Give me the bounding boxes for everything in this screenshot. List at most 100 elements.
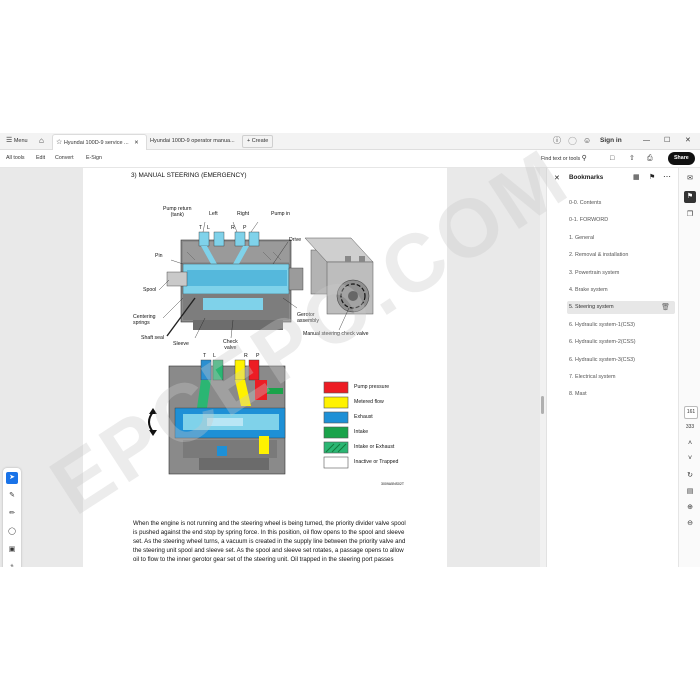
legend-label-intake-or-exhaust: Intake or Exhaust [354,444,395,450]
label-centering-springs: Centering springs [133,314,156,326]
notification-icon[interactable]: ◯ [568,133,577,149]
close-tab-icon[interactable]: ✕ [134,140,139,146]
hamburger-icon: ☰ [6,137,13,144]
find-text-or-tools-button[interactable]: Find text or tools ⚲ [541,150,587,168]
pdf-page: 3) MANUAL STEERING (EMERGENCY) Pump retu… [83,168,447,567]
tab-service-manual[interactable]: ☆ Hyundai 100D-9 service ... ✕ [52,134,147,150]
label-left: Left [209,211,218,217]
tab-operator-manual[interactable]: Hyundai 100D-9 operator manua... [150,134,242,149]
stamp-icon[interactable]: ⚕ [6,562,18,567]
legend-label-exhaust: Exhaust [354,414,373,420]
pages-icon[interactable]: ❐ [684,209,696,221]
bookmarks-panel: ✕ Bookmarks ▦ ⚑ ⋯ 0-0. Contents 0-1. FOR… [546,168,679,567]
comment-icon[interactable]: ✎ [6,490,18,502]
close-panel-icon[interactable]: ✕ [554,174,560,182]
tab-label: Hyundai 100D-9 operator manua... [150,138,235,144]
body-text-line: When the engine is not running and the s… [133,520,406,527]
refresh-icon[interactable]: ↻ [684,470,696,482]
menu-label: Menu [13,138,28,144]
tab-bar: ☰ Menu ⌂ ☆ Hyundai 100D-9 service ... ✕ … [0,133,700,150]
legend-swatch-exhaust [323,411,349,424]
pdf-reader-window: ☰ Menu ⌂ ☆ Hyundai 100D-9 service ... ✕ … [0,133,700,567]
bookmark-item[interactable]: 0-0. Contents [569,197,669,210]
document-icon[interactable]: ▤ [684,486,696,498]
legend-label-intake: Intake [354,429,369,435]
sign-in-button[interactable]: Sign in [600,133,622,149]
label-gerotor-assembly: Gerotor assembly [297,312,319,324]
bookmark-item[interactable]: 2. Removal & installation [569,249,669,262]
document-viewport[interactable]: 3) MANUAL STEERING (EMERGENCY) Pump retu… [0,168,540,567]
minimize-icon[interactable]: — [643,133,650,149]
account-icon[interactable]: ☺ [583,133,591,149]
pen-icon[interactable]: ✏ [6,508,18,520]
total-pages: 333 [685,424,695,430]
label-port-p: P [243,225,247,231]
label-pump-in: Pump in [271,211,291,217]
upload-icon[interactable]: ⇧ [629,150,635,167]
bookmark-item[interactable]: 1. General [569,232,669,245]
label-drive: Drive [289,237,302,243]
current-page-input[interactable]: 161 [684,406,698,419]
create-button[interactable]: + Create [242,135,274,148]
label-manual-steering-check-valve: Manual steering check valve [303,331,369,337]
label-bottom-l: L [213,353,216,359]
text-box-icon[interactable]: ▣ [6,544,18,556]
legend-label-metered-flow: Metered flow [354,399,384,405]
label-bottom-t: T [203,353,207,359]
all-tools-button[interactable]: All tools [6,150,25,167]
select-cursor-icon[interactable]: ➤ [6,472,18,484]
chevron-up-icon[interactable]: ˄ [684,438,696,450]
label-pin: Pin [155,253,163,259]
zoom-in-icon[interactable]: ⊕ [684,502,696,514]
label-pump-return: Pump return (tank) [163,206,192,218]
legend-swatch-intake [323,426,349,439]
body-text-line: the steering unit spool and sleeve set. … [133,547,404,554]
bookmarks-title: Bookmarks [569,174,604,181]
bookmark-item[interactable]: 7. Electrical system [569,371,669,384]
home-icon[interactable]: ⌂ [39,133,44,149]
bookmark-item[interactable]: 6. Hydraulic system-1(CS3) [569,319,669,332]
plus-icon: + [247,138,251,144]
add-bookmark-icon[interactable]: ▦ [633,173,640,181]
edit-button[interactable]: Edit [36,150,45,167]
bookmark-item[interactable]: 4. Brake system [569,284,669,297]
body-text-line: oil to flow to the inner gerotor gear se… [133,556,394,563]
label-shaft-seal: Shaft seal [141,335,165,341]
bookmarks-panel-icon[interactable]: ⚑ [684,191,696,203]
main-toolbar: All tools Edit Convert E-Sign Find text … [0,150,700,168]
help-icon[interactable]: ⓘ [553,133,561,149]
body-text-line: is pushed against the end stop by spring… [133,529,405,536]
comments-icon[interactable]: ✉ [684,173,696,185]
legend-label-inactive-or-trapped: Inactive or Trapped [354,459,399,465]
bookmark-icon[interactable]: ⚑ [649,173,655,181]
legend-swatch-metered-flow [323,396,349,409]
bookmark-item[interactable]: 3. Powertrain system [569,267,669,280]
search-icon: ⚲ [581,155,587,162]
print-icon[interactable]: ⎙ [647,150,653,167]
right-tool-rail: ✉ ⚑ ❐ 161 333 ˄ ˅ ↻ ▤ ⊕ ⊖ [678,168,700,567]
more-options-icon[interactable]: ⋯ [663,172,671,181]
e-sign-button[interactable]: E-Sign [86,150,102,167]
label-sleeve: Sleeve [173,341,189,347]
label-bottom-r: R [244,353,248,359]
lasso-icon[interactable]: ◯ [6,526,18,538]
close-window-icon[interactable]: ✕ [685,133,691,149]
share-button[interactable]: Share [668,152,695,165]
bookmark-item[interactable]: 8. Mast [569,388,669,401]
convert-button[interactable]: Convert [55,150,74,167]
bookmark-item-selected[interactable]: 5. Steering system 🗑 [567,301,675,314]
bookmark-item[interactable]: 6. Hydraulic system-2(CSS) [569,336,669,349]
bookmark-item[interactable]: 6. Hydraulic system-3(CS3) [569,354,669,367]
maximize-icon[interactable]: ☐ [664,133,670,149]
legend-swatch-pump-pressure [323,381,349,394]
label-right: Right [237,211,250,217]
save-icon[interactable]: □ [610,150,614,167]
trash-icon[interactable]: 🗑 [661,301,670,314]
label-port-r: R [231,225,235,231]
figure-code: 3009A5NS02T [381,482,404,486]
scrollbar-thumb[interactable] [541,396,544,414]
menu-button[interactable]: ☰ Menu [6,133,28,149]
bookmark-item[interactable]: 0-1. FORWORD [569,214,669,227]
chevron-down-icon[interactable]: ˅ [684,453,696,465]
zoom-out-icon[interactable]: ⊖ [684,518,696,530]
